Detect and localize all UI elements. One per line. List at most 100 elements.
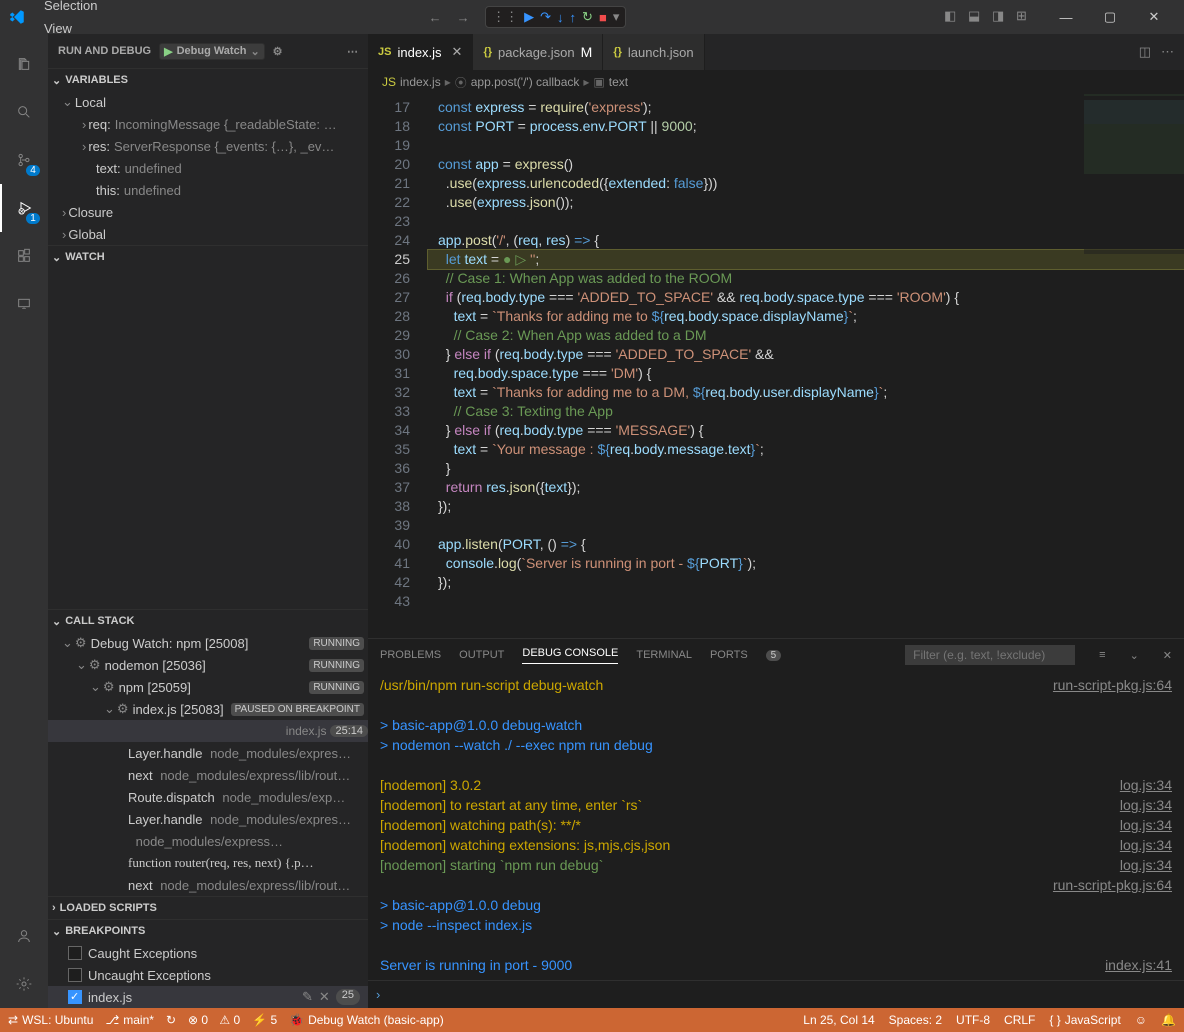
callstack-item[interactable]: Layer.handle node_modules/expres… [48,808,368,830]
chevron-down-icon[interactable]: ⌄ [250,45,259,58]
gutter[interactable]: 1718192021222324252627282930313233343536… [368,94,428,638]
callstack-header[interactable]: ⌄CALL STACK [48,610,368,632]
minimap[interactable] [1084,94,1184,254]
restart-icon[interactable]: ↻ [582,9,593,25]
variables-local[interactable]: ⌄Local [48,91,368,113]
loaded-scripts-header[interactable]: ›LOADED SCRIPTS [48,897,368,919]
split-icon[interactable]: ◫ [1139,44,1151,60]
bell-icon[interactable]: 🔔 [1161,1013,1176,1027]
scm-icon[interactable]: 4 [0,136,48,184]
callstack-item[interactable]: function router(req, res, next) {.p… [48,852,368,874]
console-filter[interactable] [905,645,1075,665]
more-icon[interactable]: ⋯ [347,45,358,58]
minimize-button[interactable]: — [1044,0,1088,34]
menu-selection[interactable]: Selection [36,0,105,17]
var-res[interactable]: ›res: ServerResponse {_events: {…}, _ev… [48,135,368,157]
remove-icon[interactable]: ✕ [319,989,330,1005]
layout-bottom-icon[interactable]: ⬓ [968,8,986,26]
explorer-icon[interactable] [0,40,48,88]
close-button[interactable]: ✕ [1132,0,1176,34]
continue-icon[interactable]: ▶ [524,9,534,25]
edit-icon[interactable]: ✎ [302,989,313,1005]
remote-icon[interactable] [0,280,48,328]
bp-caught[interactable]: Caught Exceptions [48,942,368,964]
nav-back[interactable]: ← [423,5,447,29]
var-req[interactable]: ›req: IncomingMessage {_readableState: … [48,113,368,135]
collapse-icon[interactable]: ⌄ [1130,649,1139,662]
layout-custom-icon[interactable]: ⊞ [1016,8,1034,26]
close-panel-icon[interactable]: ✕ [1163,649,1172,662]
breakpoints-header[interactable]: ⌄BREAKPOINTS [48,920,368,942]
extensions-icon[interactable] [0,232,48,280]
search-icon[interactable] [0,88,48,136]
panel-tab-debug-console[interactable]: DEBUG CONSOLE [522,647,618,664]
lang-status[interactable]: { } JavaScript [1049,1013,1120,1027]
step-into-icon[interactable]: ↓ [557,10,564,25]
sync-status[interactable]: ↻ [166,1013,176,1027]
callstack-item[interactable]: next node_modules/express/lib/rout… [48,874,368,896]
panel-tab-output[interactable]: OUTPUT [459,649,504,661]
breadcrumb[interactable]: JSindex.js▸⦿app.post('/') callback▸▣text [368,70,1184,94]
account-icon[interactable] [0,912,48,960]
step-out-icon[interactable]: ↑ [570,10,577,25]
bp-file[interactable]: index.js ✎✕25 [48,986,368,1008]
debug-console[interactable]: run-script-pkg.js:64/usr/bin/npm run-scr… [368,671,1184,980]
tab-package.json[interactable]: {}package.jsonM [473,34,603,70]
filter-icon[interactable]: ≡ [1099,649,1105,661]
more-icon[interactable]: ▾ [613,9,620,25]
feedback-icon[interactable]: ☺ [1135,1013,1147,1027]
debug-config-select[interactable]: ▶ Debug Watch ⌄ [159,43,265,60]
remote-status[interactable]: ⇄ WSL: Ubuntu [8,1013,93,1027]
panel-tab-ports[interactable]: PORTS [710,649,748,661]
callstack-item[interactable]: ⌄⚙nodemon [25036]RUNNING [48,654,368,676]
callstack-item[interactable]: index.js25:14 [48,720,368,742]
step-over-icon[interactable]: ↷ [540,9,551,25]
tab-index.js[interactable]: JSindex.js✕ [368,34,473,70]
scm-badge: 4 [26,165,40,176]
watch-header[interactable]: ⌄WATCH [48,246,368,268]
callstack-item[interactable]: node_modules/express… [48,830,368,852]
indent-status[interactable]: Spaces: 2 [889,1013,942,1027]
panel-tab-problems[interactable]: PROBLEMS [380,649,441,661]
debug-icon[interactable]: 1 [0,184,48,232]
status-bar: ⇄ WSL: Ubuntu ⎇ main* ↻ ⊗ 0 ⚠ 0 ⚡ 5 🐞 De… [0,1008,1184,1032]
layout-toggles: ◧ ⬓ ◨ ⊞ [944,8,1034,26]
encoding-status[interactable]: UTF-8 [956,1013,990,1027]
play-icon[interactable]: ▶ [164,45,172,58]
branch-status[interactable]: ⎇ main* [105,1013,154,1027]
cursor-pos[interactable]: Ln 25, Col 14 [803,1013,874,1027]
variables-global[interactable]: ›Global [48,223,368,245]
callstack-item[interactable]: ⌄⚙index.js [25083]PAUSED ON BREAKPOINT [48,698,368,720]
tab-launch.json[interactable]: {}launch.json [603,34,704,70]
maximize-button[interactable]: ▢ [1088,0,1132,34]
var-this[interactable]: this: undefined [48,179,368,201]
panel-tab-terminal[interactable]: TERMINAL [636,649,692,661]
bp-uncaught[interactable]: Uncaught Exceptions [48,964,368,986]
variables-closure[interactable]: ›Closure [48,201,368,223]
code-editor[interactable]: 1718192021222324252627282930313233343536… [368,94,1184,638]
gear-icon[interactable]: ⚙ [273,45,283,58]
nav-forward[interactable]: → [451,5,475,29]
drag-handle-icon[interactable]: ⋮⋮ [492,9,518,25]
debug-badge: 1 [26,213,40,224]
debug-status[interactable]: 🐞 Debug Watch (basic-app) [289,1013,444,1027]
tab-more-icon[interactable]: ⋯ [1161,44,1174,60]
debug-toolbar: ⋮⋮ ▶ ↷ ↓ ↑ ↻ ■ ▾ [485,6,626,28]
callstack-item[interactable]: ⌄⚙npm [25059]RUNNING [48,676,368,698]
callstack-item[interactable]: Layer.handle node_modules/expres… [48,742,368,764]
layout-right-icon[interactable]: ◨ [992,8,1010,26]
var-text[interactable]: text: undefined [48,157,368,179]
eol-status[interactable]: CRLF [1004,1013,1035,1027]
settings-icon[interactable] [0,960,48,1008]
close-icon[interactable]: ✕ [452,44,463,60]
stop-icon[interactable]: ■ [599,10,607,25]
layout-left-icon[interactable]: ◧ [944,8,962,26]
problems-status[interactable]: ⊗ 0 ⚠ 0 [188,1013,240,1027]
callstack-item[interactable]: next node_modules/express/lib/rout… [48,764,368,786]
code-content[interactable]: const express = require('express');const… [428,94,1184,638]
console-input[interactable]: › [368,980,1184,1008]
ports-status[interactable]: ⚡ 5 [252,1013,277,1027]
callstack-item[interactable]: ⌄⚙Debug Watch: npm [25008]RUNNING [48,632,368,654]
variables-header[interactable]: ⌄VARIABLES [48,69,368,91]
callstack-item[interactable]: Route.dispatch node_modules/exp… [48,786,368,808]
